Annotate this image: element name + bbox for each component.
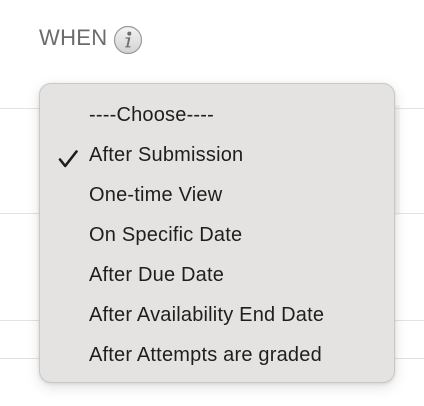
menu-item-one-time-view[interactable]: One-time View xyxy=(40,175,394,215)
menu-item-after-submission[interactable]: After Submission xyxy=(40,135,394,175)
menu-item-label: One-time View xyxy=(89,184,223,206)
menu-item-after-attempts-graded[interactable]: After Attempts are graded xyxy=(40,335,394,375)
menu-item-label: After Availability End Date xyxy=(89,304,325,326)
menu-item-label: After Due Date xyxy=(89,264,225,286)
menu-item-after-availability-end-date[interactable]: After Availability End Date xyxy=(40,295,394,335)
menu-item-on-specific-date[interactable]: On Specific Date xyxy=(40,215,394,255)
checkmark-icon xyxy=(57,144,79,168)
menu-item-label: ----Choose---- xyxy=(89,104,215,126)
menu-item-label: On Specific Date xyxy=(89,224,243,246)
menu-item-after-due-date[interactable]: After Due Date xyxy=(40,255,394,295)
menu-item-label: After Submission xyxy=(89,144,244,166)
info-icon[interactable] xyxy=(113,25,143,55)
menu-item-label: After Attempts are graded xyxy=(89,344,322,366)
menu-item-choose[interactable]: ----Choose---- xyxy=(40,95,394,135)
when-dropdown-menu: ----Choose---- After Submission One-time… xyxy=(39,83,395,383)
when-label: WHEN xyxy=(39,25,108,50)
